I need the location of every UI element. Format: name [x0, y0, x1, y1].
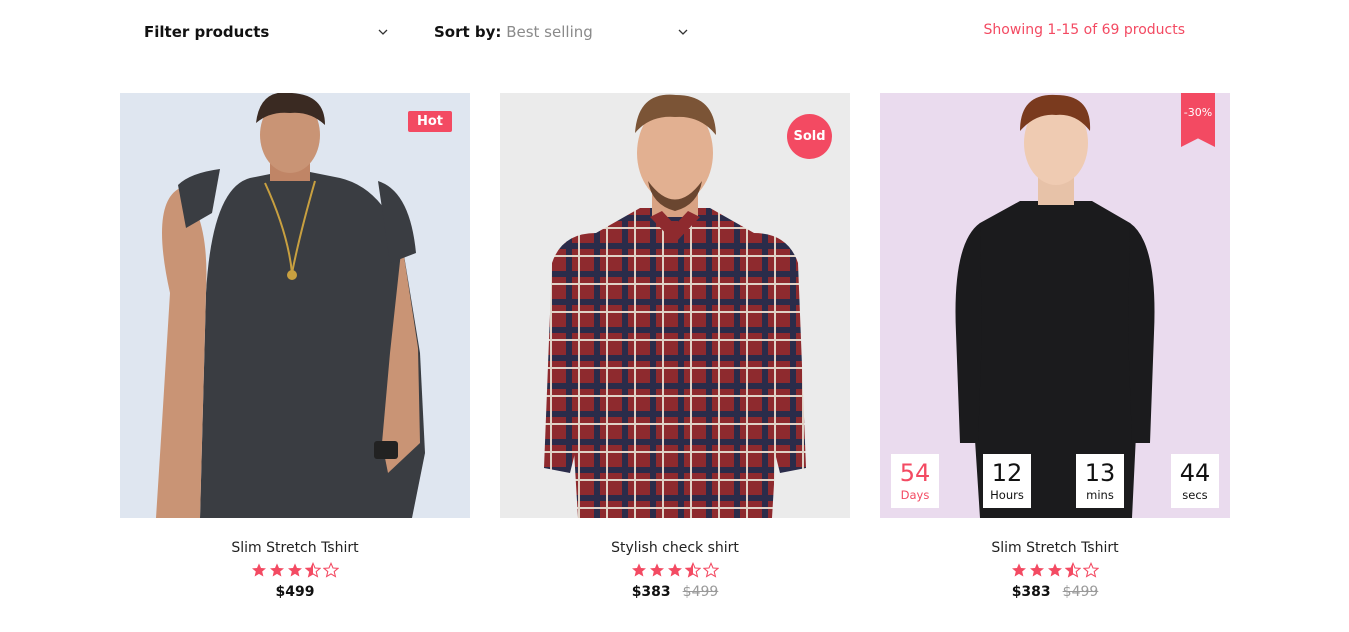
countdown-days: 54 Days — [891, 454, 939, 508]
countdown-days-label: Days — [900, 488, 930, 502]
star-full-icon — [632, 563, 646, 577]
chevron-down-icon — [676, 25, 690, 39]
star-empty-icon — [703, 562, 719, 578]
countdown-hours-value: 12 — [991, 459, 1023, 487]
price-row: $499 — [120, 584, 470, 600]
star-empty-icon — [1083, 562, 1099, 578]
price-row: $383 $499 — [880, 584, 1230, 600]
countdown-hours: 12 Hours — [983, 454, 1031, 508]
sort-by-label: Sort by: — [434, 23, 502, 41]
original-price: $499 — [682, 584, 719, 600]
product-info: Slim Stretch Tshirt $383 $499 — [880, 518, 1230, 600]
countdown-hours-label: Hours — [990, 488, 1024, 502]
star-full-icon — [650, 563, 664, 577]
product-name[interactable]: Slim Stretch Tshirt — [880, 540, 1230, 556]
star-full-icon — [270, 563, 284, 577]
star-half-icon — [1065, 562, 1081, 578]
star-full-icon — [668, 563, 682, 577]
star-full-icon — [1030, 563, 1044, 577]
star-empty-icon — [323, 562, 339, 578]
countdown-mins-value: 13 — [1084, 459, 1116, 487]
product-info: Slim Stretch Tshirt $499 — [120, 518, 470, 600]
product-card: -30% 54 Days 12 Hours 13 mins 44 secs Sl… — [880, 93, 1230, 613]
star-rating — [500, 562, 850, 580]
star-full-icon — [288, 563, 302, 577]
star-full-icon — [1048, 563, 1062, 577]
current-price: $499 — [275, 584, 315, 600]
hot-badge: Hot — [407, 111, 452, 132]
countdown-days-value: 54 — [899, 459, 931, 487]
sort-by-text: Sort by: Best selling — [434, 23, 593, 41]
star-full-icon — [252, 563, 266, 577]
countdown-secs: 44 secs — [1171, 454, 1219, 508]
original-price: $499 — [1062, 584, 1099, 600]
current-price: $383 — [1011, 584, 1051, 600]
product-card: Hot Slim Stretch Tshirt $499 — [120, 93, 470, 613]
countdown-mins: 13 mins — [1076, 454, 1124, 508]
product-card: Sold Stylish check shirt $383 $499 — [500, 93, 850, 613]
star-half-icon — [305, 562, 321, 578]
star-rating — [880, 562, 1230, 580]
star-half-icon — [685, 562, 701, 578]
sort-by-dropdown[interactable]: Sort by: Best selling — [434, 20, 690, 44]
sort-by-value: Best selling — [506, 23, 593, 41]
countdown-secs-label: secs — [1182, 488, 1208, 502]
star-full-icon — [1012, 563, 1026, 577]
product-image[interactable]: -30% 54 Days 12 Hours 13 mins 44 secs — [880, 93, 1230, 518]
product-info: Stylish check shirt $383 $499 — [500, 518, 850, 600]
current-price: $383 — [631, 584, 671, 600]
chevron-down-icon — [376, 25, 390, 39]
results-count: Showing 1-15 of 69 products — [983, 22, 1185, 38]
sold-badge: Sold — [787, 114, 832, 159]
man-dark-tshirt-image — [156, 93, 425, 518]
product-name[interactable]: Stylish check shirt — [500, 540, 850, 556]
filter-products-dropdown[interactable]: Filter products — [144, 20, 390, 44]
countdown-timer: 54 Days 12 Hours 13 mins 44 secs — [891, 454, 1219, 508]
shop-toolbar: Filter products Sort by: Best selling Sh… — [0, 0, 1349, 64]
filter-products-label: Filter products — [144, 23, 270, 41]
product-image[interactable]: Sold — [500, 93, 850, 518]
star-rating — [120, 562, 470, 580]
price-row: $383 $499 — [500, 584, 850, 600]
countdown-secs-value: 44 — [1179, 459, 1211, 487]
product-name[interactable]: Slim Stretch Tshirt — [120, 540, 470, 556]
product-image[interactable]: Hot — [120, 93, 470, 518]
countdown-mins-label: mins — [1086, 488, 1114, 502]
man-check-shirt-image — [544, 94, 806, 518]
